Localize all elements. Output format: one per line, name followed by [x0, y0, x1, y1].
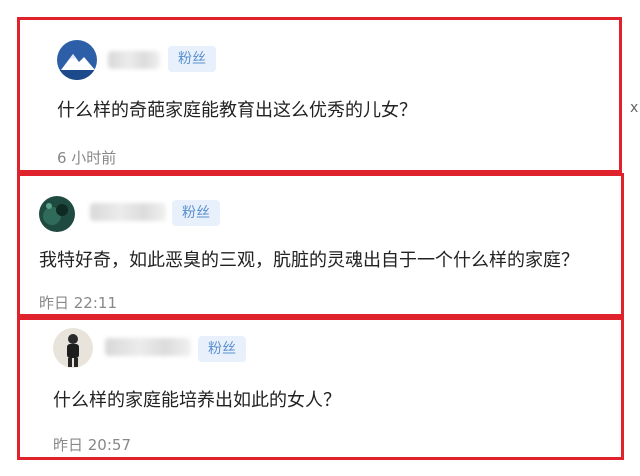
comment-time: 昨日 20:57	[53, 436, 131, 454]
mountain-avatar-icon[interactable]	[57, 40, 97, 80]
comment-time: 昨日 22:11	[39, 294, 117, 312]
comment-text: 什么样的奇葩家庭能教育出这么优秀的儿女？	[57, 100, 417, 121]
username-blurred[interactable]	[105, 338, 191, 356]
dark-green-avatar-icon[interactable]	[39, 196, 75, 232]
comment-card: 粉丝 什么样的家庭能培养出如此的女人？ 昨日 20:57	[17, 317, 624, 460]
comment-card: 粉丝 我特好奇，如此恶臭的三观，肮脏的灵魂出自于一个什么样的家庭？ 昨日 22:…	[17, 173, 624, 317]
comment-time: 6 小时前	[57, 149, 117, 167]
person-photo-avatar-icon[interactable]	[53, 328, 93, 368]
fan-badge: 粉丝	[172, 200, 220, 226]
partial-close-icon: x	[630, 100, 639, 116]
comment-text: 什么样的家庭能培养出如此的女人？	[53, 390, 341, 411]
username-blurred[interactable]	[108, 51, 160, 69]
fan-badge: 粉丝	[198, 336, 246, 362]
comment-text: 我特好奇，如此恶臭的三观，肮脏的灵魂出自于一个什么样的家庭？	[39, 250, 579, 271]
username-blurred[interactable]	[90, 203, 166, 221]
comment-card: 粉丝 什么样的奇葩家庭能教育出这么优秀的儿女？ 6 小时前	[17, 17, 622, 173]
fan-badge: 粉丝	[168, 46, 216, 72]
